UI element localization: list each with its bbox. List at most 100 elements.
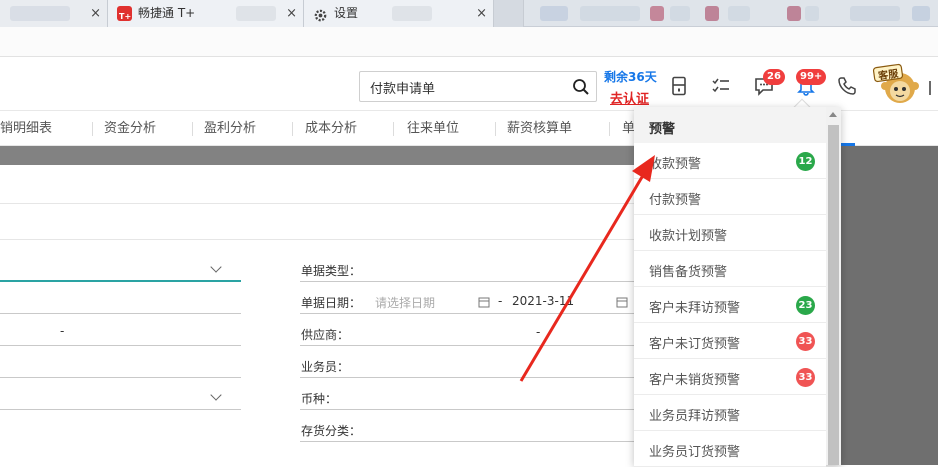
tab-blur	[580, 6, 640, 21]
alert-count-badge: 23	[796, 296, 815, 315]
field-underline	[300, 441, 634, 442]
tab-blur	[805, 6, 819, 21]
alert-item-label: 客户未拜访预警	[649, 301, 741, 316]
alert-item-customer-no-sales[interactable]: 客户未销货预警 33	[634, 359, 826, 395]
tab-blur	[850, 6, 900, 21]
alert-item-label: 客户未销货预警	[649, 373, 741, 388]
alert-item-label: 收款预警	[649, 157, 702, 172]
nav-divider	[192, 122, 193, 136]
search-box[interactable]: 付款申请单	[359, 71, 597, 102]
chevron-down-icon[interactable]	[210, 261, 222, 273]
svg-text:T+: T+	[119, 12, 131, 21]
alert-item-label: 销售备货预警	[649, 265, 728, 280]
browser-tab-strip: × T+ 畅捷通 T+ × 设置 ×	[0, 0, 938, 27]
customer-service-avatar[interactable]: 客服	[870, 62, 922, 106]
left-range-dash: -	[60, 324, 65, 338]
alert-item-label: 业务员订货预警	[649, 445, 741, 460]
field-underline	[300, 409, 634, 410]
task-list-icon[interactable]	[711, 76, 731, 96]
alert-item-label: 收款计划预警	[649, 229, 728, 244]
certify-link[interactable]: 去认证	[610, 88, 649, 107]
alert-count-badge: 33	[796, 368, 815, 387]
alert-item-label: 业务员拜访预警	[649, 409, 741, 424]
label-supplier: 供应商：	[301, 328, 350, 342]
browser-tab-settings[interactable]: 设置 ×	[304, 0, 494, 27]
alert-item-receivable[interactable]: 收款预警 12	[634, 143, 826, 179]
field-underline	[300, 313, 634, 314]
tab-blur	[540, 6, 568, 21]
tab-blur	[392, 6, 432, 21]
tab-blur	[787, 6, 801, 21]
tab-close-icon[interactable]: ×	[476, 0, 487, 27]
alert-item-payable[interactable]: 付款预警	[634, 179, 826, 215]
scroll-up-arrow-icon[interactable]	[829, 112, 837, 117]
alert-item-label: 客户未订货预警	[649, 337, 741, 352]
calendar-icon[interactable]	[478, 293, 490, 312]
alert-item-sales-stock[interactable]: 销售备货预警	[634, 251, 826, 287]
left-field-underline	[0, 313, 241, 314]
date-start-input[interactable]: 请选择日期	[375, 294, 435, 311]
nav-item-fund-analysis[interactable]: 资金分析	[104, 111, 156, 146]
label-salesperson: 业务员：	[301, 360, 350, 374]
left-field-underline	[0, 409, 241, 410]
alert-item-salesperson-visit[interactable]: 业务员拜访预警	[634, 395, 826, 431]
field-underline	[300, 281, 634, 282]
date-range-dash: -	[498, 294, 503, 308]
field-underline	[300, 377, 634, 378]
address-bar	[0, 27, 938, 57]
label-doc-date: 单据日期：	[301, 296, 362, 310]
nav-item-sales-detail[interactable]: 销明细表	[0, 111, 52, 146]
calendar-icon[interactable]	[616, 293, 628, 312]
alert-item-salesperson-order[interactable]: 业务员订货预警	[634, 431, 826, 467]
label-currency: 币种：	[301, 392, 338, 406]
tab-favicon-blur	[10, 6, 70, 21]
nav-item-payroll[interactable]: 薪资核算单	[507, 111, 572, 146]
field-underline	[300, 345, 634, 346]
scrollbar-thumb[interactable]	[828, 125, 839, 465]
left-field-underline	[0, 345, 241, 346]
nav-divider	[92, 122, 93, 136]
browser-tab-tplus[interactable]: T+ 畅捷通 T+ ×	[108, 0, 304, 27]
gear-icon	[313, 6, 328, 22]
dropdown-title-text: 预警	[649, 122, 676, 137]
alert-item-receipt-plan[interactable]: 收款计划预警	[634, 215, 826, 251]
form-divider	[0, 239, 634, 240]
tab-blur	[650, 6, 664, 21]
browser-tab-previous[interactable]: ×	[0, 0, 108, 27]
tab-blur	[236, 6, 276, 21]
nav-item-cost-analysis[interactable]: 成本分析	[305, 111, 357, 146]
tab-blur	[728, 6, 750, 21]
trial-days-text: 剩余36天	[604, 70, 657, 84]
new-tab-button[interactable]	[494, 0, 524, 27]
search-input[interactable]: 付款申请单	[370, 78, 435, 97]
alert-dropdown-title: 预警	[634, 107, 826, 143]
chevron-down-icon[interactable]	[210, 389, 222, 401]
nav-item-partners[interactable]: 往来单位	[407, 111, 459, 146]
tplus-logo-icon: T+	[117, 6, 132, 21]
tab-blur	[670, 6, 690, 21]
label-doc-type: 单据类型：	[301, 264, 362, 278]
search-icon[interactable]	[572, 78, 590, 100]
form-divider	[0, 203, 634, 204]
alert-count-badge: 33	[796, 332, 815, 351]
supplier-range-dash: -	[536, 325, 541, 339]
nav-divider	[495, 122, 496, 136]
tab-close-icon[interactable]: ×	[90, 0, 101, 27]
date-end-input[interactable]: 2021-3-11	[512, 294, 574, 308]
tab-label: 设置	[334, 6, 359, 20]
tab-label: 畅捷通 T+	[138, 6, 196, 20]
tab-close-icon[interactable]: ×	[286, 0, 297, 27]
tab-blur	[705, 6, 719, 21]
nav-divider	[393, 122, 394, 136]
phone-icon[interactable]	[837, 76, 857, 96]
more-icon[interactable]	[928, 80, 938, 100]
left-field-underline	[0, 377, 241, 378]
alert-badge: 99+	[796, 69, 827, 85]
alert-item-customer-unvisited[interactable]: 客户未拜访预警 23	[634, 287, 826, 323]
alert-item-customer-no-order[interactable]: 客户未订货预警 33	[634, 323, 826, 359]
calculator-icon[interactable]	[669, 76, 689, 96]
alert-item-label: 付款预警	[649, 193, 702, 208]
label-inventory-category: 存货分类：	[301, 424, 362, 438]
nav-divider	[609, 122, 610, 136]
nav-item-profit-analysis[interactable]: 盈利分析	[204, 111, 256, 146]
